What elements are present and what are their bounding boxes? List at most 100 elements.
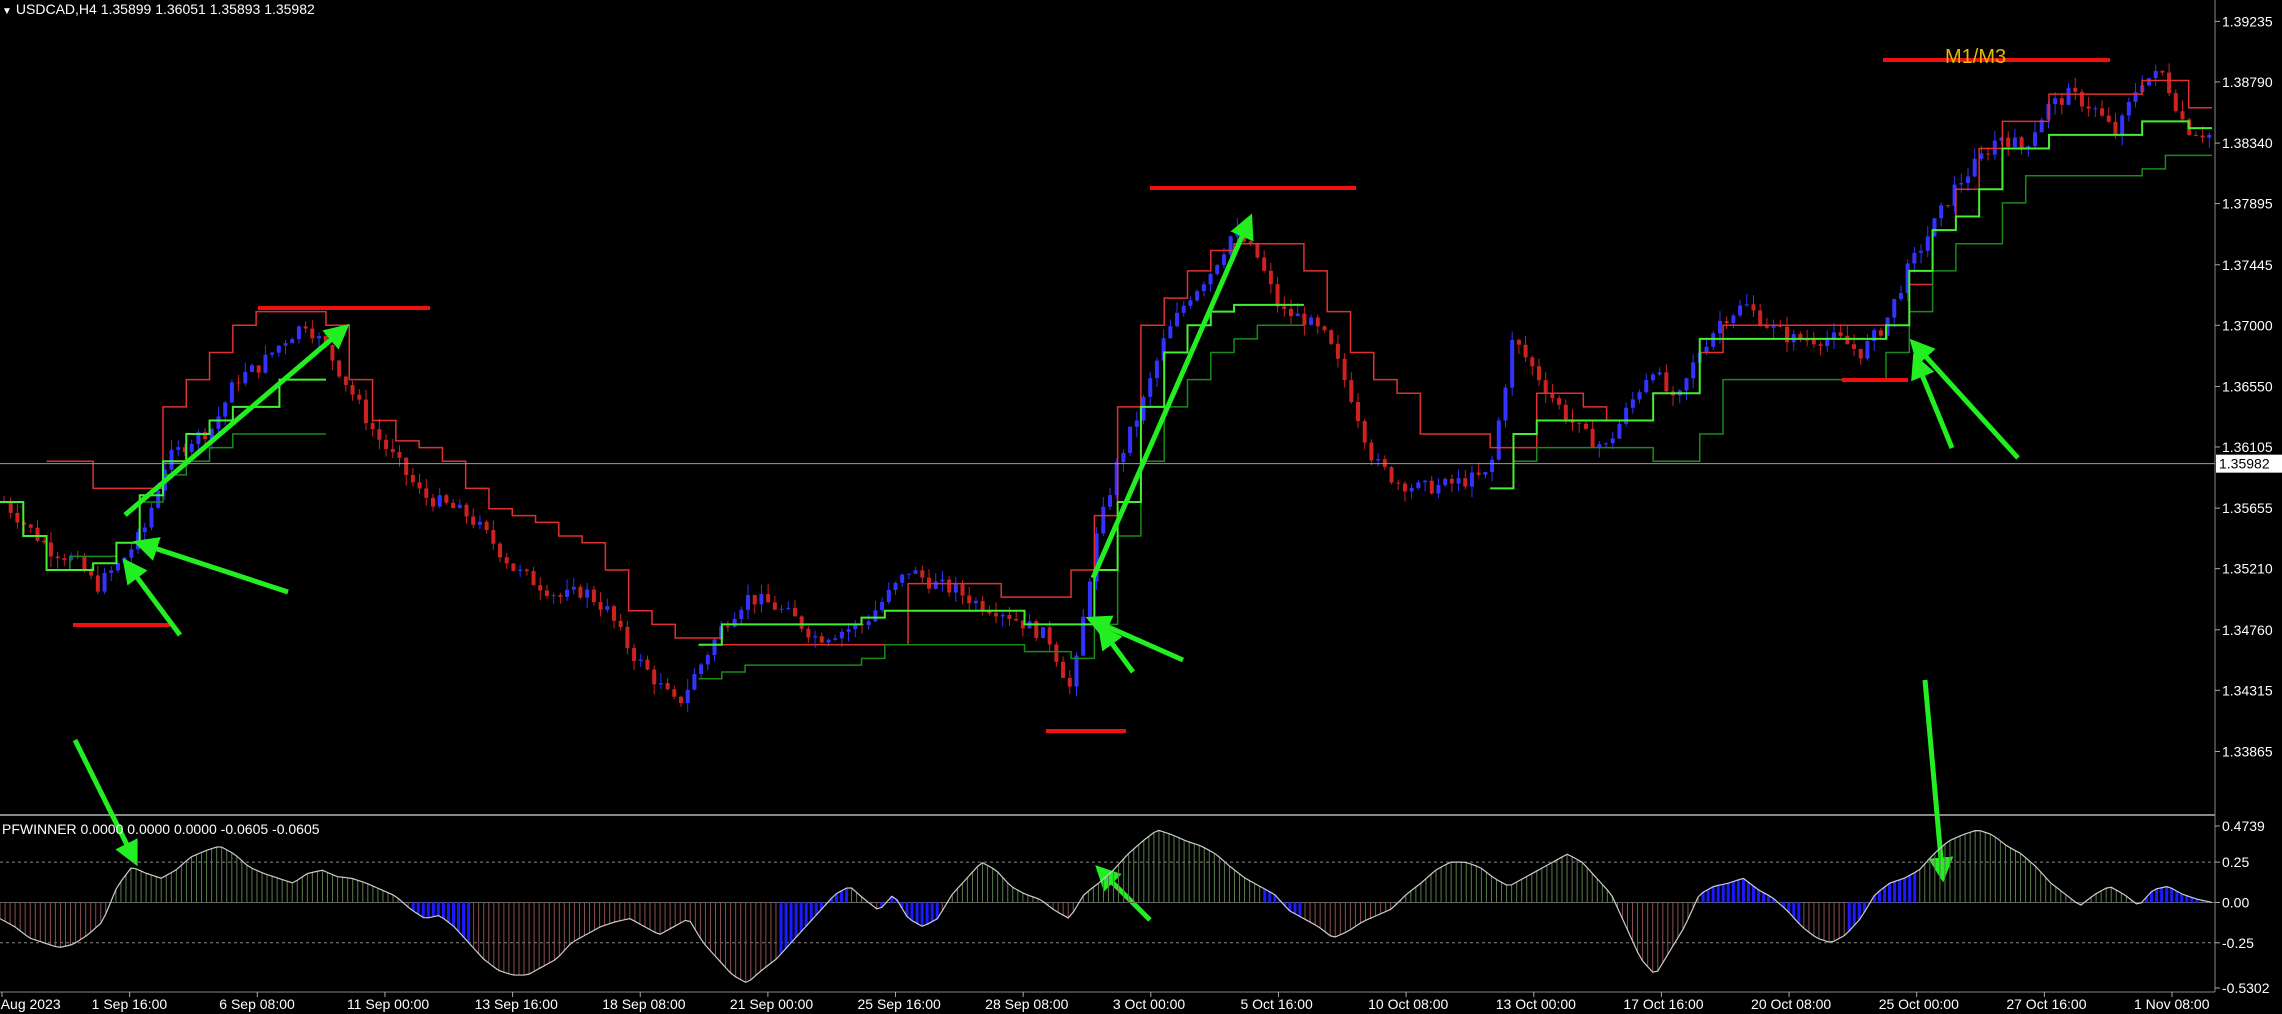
candle-body [1329, 330, 1334, 344]
candle-body [813, 636, 818, 638]
candle-body [565, 589, 570, 597]
candle-body [900, 574, 905, 583]
candle-body [1121, 452, 1126, 463]
indicator-header: PFWINNER 0.0000 0.0000 0.0000 -0.0605 -0… [2, 821, 320, 837]
candle-body [833, 638, 838, 640]
candle-body [1738, 305, 1743, 316]
trend-arrow [1922, 679, 1954, 883]
candle-body [1912, 252, 1917, 264]
candle-body [645, 659, 650, 670]
candle-body [1717, 320, 1722, 334]
candle-body [1664, 372, 1669, 392]
candle-body [1342, 358, 1347, 381]
candle-body [417, 482, 422, 489]
candle-body [1925, 236, 1930, 251]
candle-body [1101, 506, 1106, 534]
price-tick-label: 1.38340 [2222, 135, 2273, 151]
symbol-line: USDCAD,H4 1.35899 1.36051 1.35893 1.3598… [15, 1, 315, 17]
candle-body [1007, 614, 1012, 619]
candle-body [1181, 305, 1186, 313]
candle-body [236, 382, 241, 384]
candle-body [310, 328, 315, 339]
signal-line [0, 120, 2212, 646]
candle-body [149, 507, 154, 528]
candle-body [839, 631, 844, 639]
candle-body [1939, 205, 1944, 219]
candle-body [1483, 472, 1488, 475]
candle-body [1543, 380, 1548, 393]
candle-body [290, 339, 295, 344]
candle-body [933, 581, 938, 589]
candle-body [1309, 317, 1314, 325]
candle-body [410, 475, 415, 483]
candle-body [89, 571, 94, 576]
price-tick-label: 1.37445 [2222, 257, 2273, 273]
candle-body [1047, 627, 1052, 645]
candle-body [1409, 488, 1414, 492]
osc-tick-label: 0.00 [2222, 894, 2249, 910]
time-tick-label: 10 Oct 08:00 [1368, 996, 1448, 1012]
current-price-text: 1.35982 [2219, 456, 2270, 472]
candle-body [1583, 423, 1588, 429]
candle-body [1168, 326, 1173, 339]
candle-body [1751, 304, 1756, 311]
triangle-down-icon[interactable]: ▼ [2, 6, 12, 17]
candle-body [1731, 315, 1736, 323]
candle-body [752, 594, 757, 605]
candle-body [1014, 618, 1019, 621]
candle-body [1744, 304, 1749, 306]
candle-body [109, 570, 114, 573]
osc-line [0, 829, 2213, 984]
candle-body [15, 512, 20, 523]
candle-body [1128, 426, 1133, 453]
candle-body [652, 669, 657, 685]
candle-body [1557, 398, 1562, 405]
candle-body [2012, 137, 2017, 147]
candle-body [1349, 380, 1354, 402]
price-tick-label: 1.33865 [2222, 743, 2273, 759]
candle-body [377, 429, 382, 440]
candle-body [357, 394, 362, 400]
candle-body [960, 584, 965, 596]
candle-body [632, 648, 637, 662]
candle-body [591, 589, 596, 603]
candle-body [1356, 401, 1361, 422]
candle-body [1416, 482, 1421, 489]
candle-body [1979, 153, 1984, 159]
candle-body [1221, 254, 1226, 265]
trading-chart[interactable]: 1.39235 1.38790 1.38340 1.37895 1.37445 1.370… [0, 0, 2282, 1014]
candle-body [712, 639, 717, 656]
candle-body [437, 495, 442, 507]
candle-body [498, 543, 503, 558]
candle-body [1443, 478, 1448, 486]
candle-body [2059, 98, 2064, 105]
candle-body [2093, 108, 2098, 110]
candle-body [1302, 313, 1307, 325]
candle-body [806, 628, 811, 638]
candle-body [1604, 443, 1609, 445]
candle-body [1382, 459, 1387, 468]
price-tick-label: 1.38790 [2222, 74, 2273, 90]
candle-body [35, 527, 40, 541]
time-tick-label: 13 Oct 00:00 [1496, 996, 1576, 1012]
candle-body [1268, 270, 1273, 285]
candle-body [1523, 344, 1528, 358]
candle-body [1429, 480, 1434, 494]
candle-body [2200, 135, 2205, 138]
candle-body [2193, 134, 2198, 136]
trend-arrow [1097, 623, 1136, 674]
candle-body [1141, 396, 1146, 421]
candle-body [62, 558, 67, 560]
candle-body [1785, 326, 1790, 343]
candle-body [1436, 485, 1441, 494]
candle-body [229, 382, 234, 403]
time-tick-label: 18 Sep 08:00 [602, 996, 686, 1012]
candle-body [444, 495, 449, 503]
candle-body [1590, 428, 1595, 448]
candle-body [102, 572, 107, 592]
candle-body [1510, 339, 1515, 388]
candle-body [1402, 483, 1407, 492]
candle-body [913, 570, 918, 574]
candle-body [511, 563, 516, 571]
candle-body [705, 655, 710, 665]
